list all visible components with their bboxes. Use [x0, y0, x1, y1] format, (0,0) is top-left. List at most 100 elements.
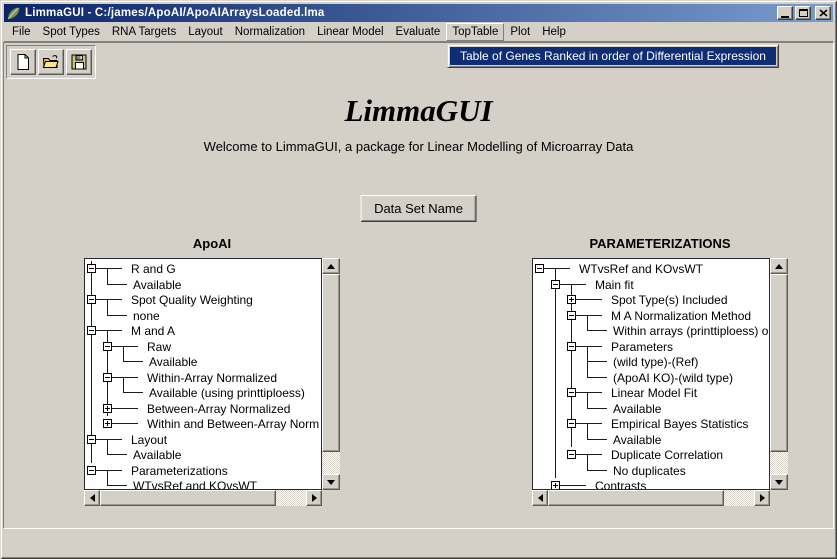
- minimize-button[interactable]: [777, 6, 793, 20]
- tree-row[interactable]: Linear Model Fit: [533, 385, 769, 401]
- expand-minus-icon[interactable]: [535, 264, 544, 273]
- scrollbar-thumb[interactable]: [100, 490, 276, 506]
- tree-row[interactable]: Available: [85, 447, 321, 463]
- expand-plus-icon[interactable]: [103, 419, 112, 428]
- tree-row[interactable]: Spot Type(s) Included: [533, 292, 769, 308]
- scrollbar-thumb[interactable]: [548, 490, 724, 506]
- expand-minus-icon[interactable]: [567, 388, 576, 397]
- tree-row[interactable]: M and A: [85, 323, 321, 339]
- scrollbar-thumb[interactable]: [322, 274, 340, 452]
- tree-label: Available: [613, 402, 661, 416]
- scroll-down-button[interactable]: [322, 474, 340, 490]
- tree-row[interactable]: Parameterizations: [85, 463, 321, 479]
- expand-minus-icon[interactable]: [87, 435, 96, 444]
- tree-row[interactable]: (ApoAI KO)-(wild type): [533, 370, 769, 386]
- vertical-scrollbar[interactable]: [322, 258, 340, 490]
- expand-minus-icon[interactable]: [567, 419, 576, 428]
- tree-row[interactable]: R and G: [85, 261, 321, 277]
- toolbar: [6, 45, 96, 79]
- menu-file[interactable]: File: [6, 23, 37, 41]
- tree-row[interactable]: none: [85, 308, 321, 324]
- tree-row[interactable]: Available: [533, 432, 769, 448]
- tree-row[interactable]: Parameters: [533, 339, 769, 355]
- scroll-right-button[interactable]: [754, 490, 770, 506]
- tree-row[interactable]: M A Normalization Method: [533, 308, 769, 324]
- expand-minus-icon[interactable]: [103, 342, 112, 351]
- scroll-up-button[interactable]: [322, 258, 340, 274]
- tree-row[interactable]: (wild type)-(Ref): [533, 354, 769, 370]
- tree-right: WTvsRef and KOvsWTMain fitSpot Type(s) I…: [532, 258, 770, 490]
- expand-minus-icon[interactable]: [87, 264, 96, 273]
- vertical-scrollbar[interactable]: [770, 258, 788, 490]
- tree-label: Available: [149, 355, 197, 369]
- scrollbar-thumb[interactable]: [770, 274, 788, 452]
- maximize-button[interactable]: [795, 6, 811, 20]
- tree-row[interactable]: Contrasts: [533, 478, 769, 490]
- save-file-button[interactable]: [66, 49, 92, 75]
- new-file-button[interactable]: [10, 49, 36, 75]
- expand-plus-icon[interactable]: [103, 404, 112, 413]
- tree-row[interactable]: Between-Array Normalized: [85, 401, 321, 417]
- tree-row[interactable]: Layout: [85, 432, 321, 448]
- expand-minus-icon[interactable]: [87, 295, 96, 304]
- tree-label: M A Normalization Method: [611, 309, 751, 323]
- tree-label: Available: [613, 433, 661, 447]
- expand-minus-icon[interactable]: [87, 326, 96, 335]
- scrollbar-track[interactable]: [724, 490, 754, 506]
- horizontal-scrollbar[interactable]: [84, 490, 322, 506]
- scrollbar-track[interactable]: [322, 452, 340, 474]
- tree-row[interactable]: Duplicate Correlation: [533, 447, 769, 463]
- menu-help[interactable]: Help: [536, 23, 572, 41]
- tree-row[interactable]: Available: [85, 354, 321, 370]
- scroll-left-button[interactable]: [532, 490, 548, 506]
- menu-plot[interactable]: Plot: [504, 23, 536, 41]
- tree-row[interactable]: Main fit: [533, 277, 769, 293]
- tree-row[interactable]: Within and Between-Array Norm: [85, 416, 321, 432]
- tree-left: R and GAvailableSpot Quality Weightingno…: [84, 258, 322, 490]
- menu-normalization[interactable]: Normalization: [229, 23, 311, 41]
- data-set-name-button[interactable]: Data Set Name: [360, 195, 477, 222]
- scrollbar-track[interactable]: [276, 490, 306, 506]
- scroll-left-button[interactable]: [84, 490, 100, 506]
- tree-row[interactable]: Within-Array Normalized: [85, 370, 321, 386]
- scroll-up-button[interactable]: [770, 258, 788, 274]
- scrollbar-track[interactable]: [770, 452, 788, 474]
- menu-linear-model[interactable]: Linear Model: [311, 23, 389, 41]
- open-file-button[interactable]: [38, 49, 64, 75]
- expand-minus-icon[interactable]: [567, 450, 576, 459]
- expand-plus-icon[interactable]: [551, 481, 560, 490]
- tree-row[interactable]: No duplicates: [533, 463, 769, 479]
- menu-evaluate[interactable]: Evaluate: [390, 23, 447, 41]
- expand-plus-icon[interactable]: [567, 295, 576, 304]
- maximize-icon: [799, 9, 808, 17]
- app-window: LimmaGUI - C:/james/ApoAI/ApoAIArraysLoa…: [0, 0, 837, 559]
- expand-minus-icon[interactable]: [87, 466, 96, 475]
- menu-toptable[interactable]: TopTable: [446, 23, 504, 41]
- expand-minus-icon[interactable]: [567, 311, 576, 320]
- tree-row[interactable]: Raw: [85, 339, 321, 355]
- tree-row[interactable]: WTvsRef and KOvsWT: [85, 478, 321, 490]
- tree-row[interactable]: Within arrays (printtiploess) on: [533, 323, 769, 339]
- expand-minus-icon[interactable]: [551, 280, 560, 289]
- tree-row[interactable]: Available: [533, 401, 769, 417]
- expand-minus-icon[interactable]: [103, 373, 112, 382]
- menu-spot-types[interactable]: Spot Types: [37, 23, 106, 41]
- tree-label: Linear Model Fit: [611, 386, 697, 400]
- scroll-right-button[interactable]: [306, 490, 322, 506]
- expand-minus-icon[interactable]: [567, 342, 576, 351]
- menu-item-table-of-genes[interactable]: Table of Genes Ranked in order of Differ…: [450, 47, 776, 65]
- tree-row[interactable]: Empirical Bayes Statistics: [533, 416, 769, 432]
- scroll-down-button[interactable]: [770, 474, 788, 490]
- close-icon: [819, 9, 828, 17]
- menu-layout[interactable]: Layout: [182, 23, 229, 41]
- tree-row[interactable]: Available (using printtiploess): [85, 385, 321, 401]
- tree-label: Parameterizations: [131, 464, 228, 478]
- horizontal-scrollbar[interactable]: [532, 490, 770, 506]
- tree-row[interactable]: Available: [85, 277, 321, 293]
- close-button[interactable]: [815, 6, 831, 20]
- menu-rna-targets[interactable]: RNA Targets: [106, 23, 182, 41]
- titlebar[interactable]: LimmaGUI - C:/james/ApoAI/ApoAIArraysLoa…: [4, 4, 833, 22]
- tree-row[interactable]: Spot Quality Weighting: [85, 292, 321, 308]
- page-title: LimmaGUI: [4, 93, 833, 129]
- tree-row[interactable]: WTvsRef and KOvsWT: [533, 261, 769, 277]
